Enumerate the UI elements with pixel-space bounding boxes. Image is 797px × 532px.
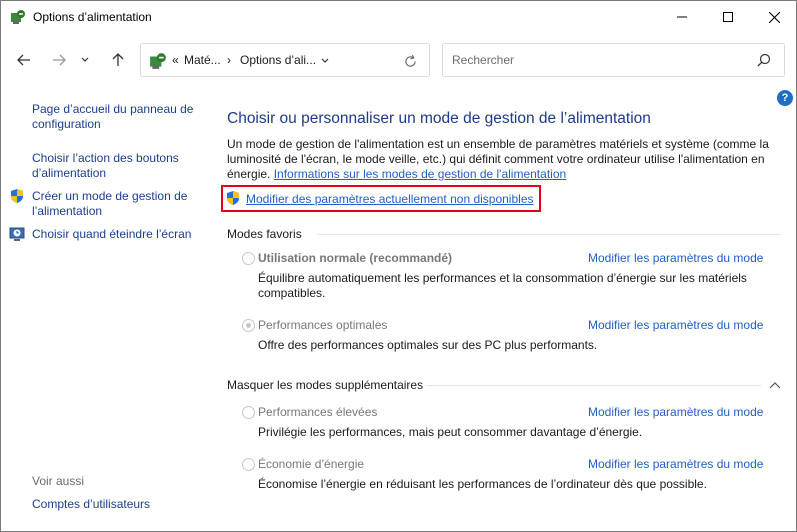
power-options-icon — [10, 9, 26, 25]
plan-settings-link-balanced[interactable]: Modifier les paramètres du mode — [588, 251, 763, 265]
back-button[interactable] — [12, 48, 36, 72]
plan-name-power-saver[interactable]: Économie d’énergie — [258, 457, 364, 471]
plan-settings-link-high-performance[interactable]: Modifier les paramètres du mode — [588, 405, 763, 419]
sidebar-link-line: Choisir l’action des boutons — [32, 151, 179, 165]
up-button[interactable] — [106, 48, 130, 72]
sidebar-link-line: configuration — [32, 117, 101, 131]
plan-settings-link-ultimate[interactable]: Modifier les paramètres du mode — [588, 318, 763, 332]
plan-name-high-performance[interactable]: Performances élevées — [258, 405, 377, 419]
uac-shield-icon — [9, 188, 25, 204]
breadcrumb-item-power-options[interactable]: Options d’ali... — [240, 53, 316, 67]
search-input[interactable]: Rechercher — [442, 43, 785, 77]
sidebar-link-display-off[interactable]: Choisir quand éteindre l’écran — [32, 227, 202, 242]
plan-description-balanced: Équilibre automatiquement les performanc… — [258, 271, 747, 300]
breadcrumb-overflow[interactable]: « — [172, 53, 179, 67]
plan-description-high-performance: Privilégie les performances, mais peut c… — [258, 425, 643, 439]
plan-description-ultimate: Offre des performances optimales sur des… — [258, 338, 598, 352]
close-button[interactable] — [751, 1, 797, 33]
plan-settings-link-power-saver[interactable]: Modifier les paramètres du mode — [588, 457, 763, 471]
plan-radio-power-saver[interactable] — [242, 458, 255, 471]
see-also-label: Voir aussi — [32, 474, 85, 488]
navigation-bar: « Maté... › Options d’ali... Rechercher — [1, 33, 796, 87]
power-options-window: Options d’alimentation « Maté... › Optio… — [0, 0, 797, 532]
section-divider — [317, 234, 781, 235]
sidebar-link-user-accounts[interactable]: Comptes d’utilisateurs — [32, 497, 202, 512]
maximize-button[interactable] — [705, 1, 751, 33]
power-plans-info-link[interactable]: Informations sur les modes de gestion de… — [274, 167, 566, 181]
page-title: Choisir ou personnaliser un mode de gest… — [227, 110, 651, 127]
sidebar-link-line: Choisir quand éteindre l’écran — [32, 227, 192, 241]
minimize-button[interactable] — [659, 1, 705, 33]
address-bar[interactable]: « Maté... › Options d’ali... — [140, 43, 430, 77]
change-unavailable-settings-link[interactable]: Modifier des paramètres actuellement non… — [246, 192, 534, 206]
breadcrumb-separator[interactable]: › — [227, 53, 231, 67]
plan-radio-balanced[interactable] — [242, 252, 255, 265]
refresh-icon[interactable] — [401, 52, 419, 70]
address-dropdown-chevron-icon[interactable] — [321, 53, 339, 67]
sidebar-link-create-plan[interactable]: Créer un mode de gestion de l’alimentati… — [32, 189, 202, 219]
breadcrumb-item-hardware[interactable]: Maté... — [184, 53, 221, 67]
hide-additional-plans-heading[interactable]: Masquer les modes supplémentaires — [227, 378, 423, 392]
power-options-icon — [149, 52, 167, 70]
page-description: Un mode de gestion de l'alimentation est… — [227, 137, 782, 182]
plan-name-balanced[interactable]: Utilisation normale (recommandé) — [258, 251, 452, 265]
plan-radio-high-performance[interactable] — [242, 406, 255, 419]
chevron-up-icon[interactable] — [769, 378, 781, 389]
uac-shield-icon — [225, 190, 241, 206]
sidebar-link-control-panel-home[interactable]: Page d’accueil du panneau de configurati… — [32, 102, 202, 132]
plan-description-power-saver: Économise l’énergie en réduisant les per… — [258, 477, 707, 491]
sidebar-link-line: d’alimentation — [32, 166, 107, 180]
search-icon[interactable] — [757, 53, 773, 69]
recent-locations-chevron-icon[interactable] — [77, 48, 93, 72]
plan-radio-ultimate[interactable] — [242, 319, 255, 332]
forward-button[interactable] — [47, 48, 71, 72]
section-divider — [426, 385, 761, 386]
sidebar-link-line: l’alimentation — [32, 204, 103, 218]
plan-name-ultimate[interactable]: Performances optimales — [258, 318, 387, 332]
help-icon[interactable]: ? — [777, 90, 793, 106]
favorite-plans-heading: Modes favoris — [227, 227, 302, 241]
sidebar-link-power-buttons[interactable]: Choisir l’action des boutons d’alimentat… — [32, 151, 202, 181]
sidebar-link-line: Créer un mode de gestion de — [32, 189, 188, 203]
search-placeholder: Rechercher — [452, 53, 515, 67]
title-bar: Options d’alimentation — [1, 1, 796, 33]
sidebar-link-line: Page d’accueil du panneau de — [32, 102, 194, 116]
display-timer-icon — [9, 226, 25, 242]
window-title: Options d’alimentation — [33, 10, 152, 24]
